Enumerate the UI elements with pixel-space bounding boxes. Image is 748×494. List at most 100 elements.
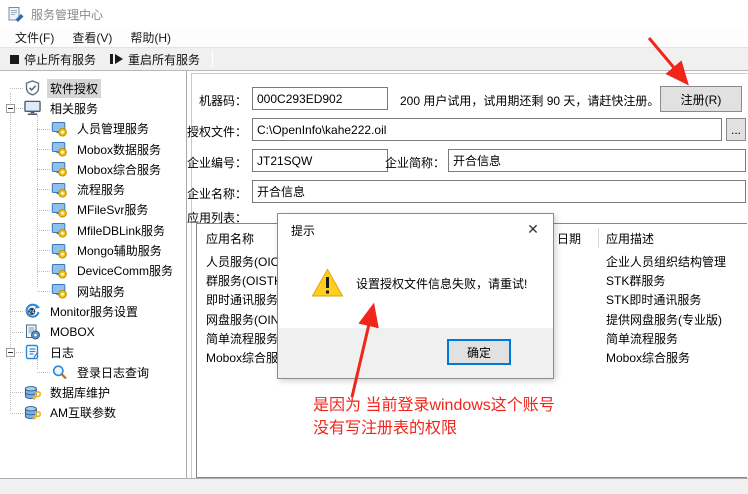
dialog-body: 设置授权文件信息失败，请重试! (278, 244, 553, 330)
tree-item-mfiledblink-service[interactable]: MfileDBLink服务 (0, 220, 186, 240)
machine-code-input[interactable] (252, 87, 388, 110)
app-desc-cell: 企业人员组织结构管理 (606, 253, 726, 270)
column-header-desc[interactable]: 应用描述 (606, 230, 654, 247)
tree-item-label: MFileSvr服务 (74, 200, 151, 219)
enterprise-short-label: 企业简称： (385, 154, 445, 171)
service-icon (51, 283, 69, 299)
app-icon (8, 6, 24, 22)
column-divider (598, 228, 599, 248)
stop-all-services-label: 停止所有服务 (24, 51, 96, 68)
restart-all-services-label: 重启所有服务 (128, 51, 200, 68)
message-dialog: 提示 ✕ 设置授权文件信息失败，请重试! 确定 (277, 213, 554, 379)
tree-item-database-maintenance[interactable]: 数据库维护 (0, 382, 186, 402)
app-desc-cell: STK群服务 (606, 272, 665, 289)
stop-icon (10, 55, 19, 64)
license-file-label: 授权文件： (187, 123, 247, 140)
tree-item-personnel-service[interactable]: 人员管理服务 (0, 119, 186, 139)
app-desc-cell: Mobox综合服务 (606, 349, 690, 366)
tree-item-label: 人员管理服务 (74, 119, 152, 138)
tree-item-label: 登录日志查询 (74, 363, 152, 382)
titlebar: 服务管理中心 (0, 0, 748, 28)
service-icon (51, 222, 69, 238)
app-desc-cell: 提供网盘服务(专业版) (606, 311, 722, 328)
enterprise-no-label: 企业编号： (187, 154, 247, 171)
tree-item-workflow-service[interactable]: 流程服务 (0, 179, 186, 199)
tree-item-am-link-params[interactable]: AM互联参数 (0, 403, 186, 423)
navigation-tree-panel: 软件授权相关服务人员管理服务 Mobox数据服务Mobox综合服务流程服务MFil… (0, 71, 187, 478)
window-title: 服务管理中心 (31, 6, 103, 23)
tree-item-label: 数据库维护 (47, 383, 113, 402)
tree-item-label: Mobox数据服务 (74, 140, 164, 159)
enterprise-name-input[interactable] (252, 180, 746, 203)
service-icon (51, 202, 69, 218)
service-icon (51, 243, 69, 259)
app-desc-cell: STK即时通讯服务 (606, 291, 701, 308)
tree-item-label: Mongo辅助服务 (74, 241, 165, 260)
log-icon (24, 344, 42, 360)
navigation-tree: 软件授权相关服务人员管理服务 Mobox数据服务Mobox综合服务流程服务MFil… (0, 78, 186, 423)
tree-item-label: 日志 (47, 343, 77, 362)
sync-24-icon: 24 (24, 303, 42, 319)
tree-item-mfilesvr-service[interactable]: MFileSvr服务 (0, 200, 186, 220)
tree-item-label: MOBOX (47, 324, 98, 340)
tree-item-label: 相关服务 (47, 99, 101, 118)
service-icon (51, 141, 69, 157)
tree-item-label: Monitor服务设置 (47, 302, 141, 321)
app-desc-cell: 简单流程服务 (606, 330, 678, 347)
db-wrench-icon (24, 385, 42, 401)
collapse-expander-icon[interactable] (6, 104, 15, 113)
tree-item-label: MfileDBLink服务 (74, 221, 168, 240)
service-icon (51, 182, 69, 198)
ok-button[interactable]: 确定 (447, 339, 511, 365)
stop-all-services-button[interactable]: 停止所有服务 (4, 49, 104, 70)
tree-item-logs[interactable]: 日志 (0, 342, 186, 362)
menu-item-help[interactable]: 帮助(H) (121, 27, 180, 48)
close-icon[interactable]: ✕ (522, 219, 544, 239)
tree-item-label: DeviceComm服务 (74, 261, 176, 280)
tree-item-label: 软件授权 (47, 79, 101, 98)
tree-item-mobox-data-service[interactable]: Mobox数据服务 (0, 139, 186, 159)
column-header-date[interactable]: 日期 (557, 230, 581, 247)
trial-status-text: 200 用户试用，试用期还剩 90 天，请赶快注册。 (400, 92, 659, 109)
shield-check-icon (24, 80, 42, 96)
machine-code-label: 机器码： (187, 92, 247, 109)
toolbar-separator (212, 50, 213, 68)
tree-item-devicecomm-service[interactable]: DeviceComm服务 (0, 261, 186, 281)
tree-item-mobox-composite-service[interactable]: Mobox综合服务 (0, 159, 186, 179)
tree-item-mobox[interactable]: MOBOX (0, 322, 186, 342)
tree-item-label: 流程服务 (74, 180, 128, 199)
enterprise-short-input[interactable] (448, 149, 746, 172)
license-file-input[interactable] (252, 118, 722, 141)
tree-item-software-license[interactable]: 软件授权 (0, 78, 186, 98)
register-button[interactable]: 注册(R) (660, 86, 742, 112)
enterprise-no-input[interactable] (252, 149, 388, 172)
restart-all-services-button[interactable]: 重启所有服务 (104, 49, 208, 70)
warning-icon (311, 268, 344, 298)
tree-item-monitor-settings[interactable]: 24 Monitor服务设置 (0, 301, 186, 321)
service-icon (51, 263, 69, 279)
mobox-icon (24, 324, 42, 340)
search-icon (51, 364, 69, 380)
column-header-name[interactable]: 应用名称 (206, 230, 254, 247)
tree-item-label: 网站服务 (74, 282, 128, 301)
service-icon (51, 161, 69, 177)
service-icon (51, 121, 69, 137)
dialog-footer: 确定 (278, 328, 553, 378)
db-wrench-icon (24, 405, 42, 421)
collapse-expander-icon[interactable] (6, 348, 15, 357)
service-management-window: 服务管理中心 文件(F)查看(V)帮助(H) 停止所有服务 重启所有服务 软件授… (0, 0, 748, 494)
menu-item-file[interactable]: 文件(F) (6, 27, 63, 48)
toolbar: 停止所有服务 重启所有服务 (0, 47, 748, 71)
tree-item-website-service[interactable]: 网站服务 (0, 281, 186, 301)
tree-item-related-services[interactable]: 相关服务 (0, 98, 186, 118)
browse-button[interactable]: ... (726, 118, 746, 141)
svg-text:24: 24 (29, 310, 35, 316)
dialog-titlebar: 提示 ✕ (278, 214, 553, 244)
restart-icon (110, 54, 123, 64)
menu-item-view[interactable]: 查看(V) (63, 27, 121, 48)
enterprise-name-label: 企业名称： (187, 185, 247, 202)
tree-item-login-log-query[interactable]: 登录日志查询 (0, 362, 186, 382)
dialog-message: 设置授权文件信息失败，请重试! (356, 275, 527, 292)
tree-item-label: Mobox综合服务 (74, 160, 164, 179)
tree-item-mongo-service[interactable]: Mongo辅助服务 (0, 240, 186, 260)
